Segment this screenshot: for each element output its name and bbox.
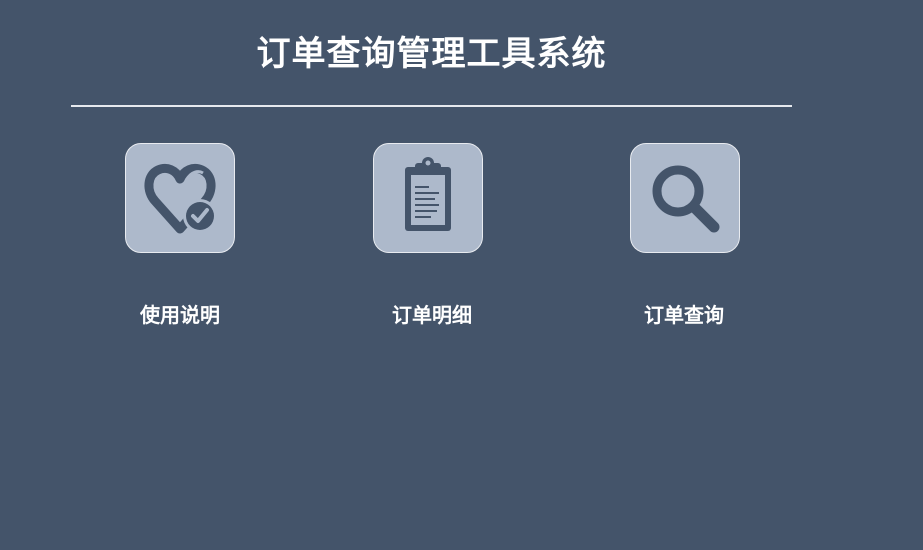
order-query-label[interactable]: 订单查询: [584, 301, 784, 329]
heart-check-icon: [144, 163, 217, 234]
usage-guide-label[interactable]: 使用说明: [80, 301, 280, 329]
clipboard-icon: [405, 157, 451, 231]
title-divider: [71, 105, 792, 107]
usage-guide-button[interactable]: [125, 143, 235, 253]
order-details-button[interactable]: [373, 143, 483, 253]
order-details-label[interactable]: 订单明细: [332, 301, 532, 329]
order-query-button[interactable]: [630, 143, 740, 253]
page-title: 订单查询管理工具系统: [256, 34, 607, 74]
magnifier-icon: [652, 165, 720, 233]
